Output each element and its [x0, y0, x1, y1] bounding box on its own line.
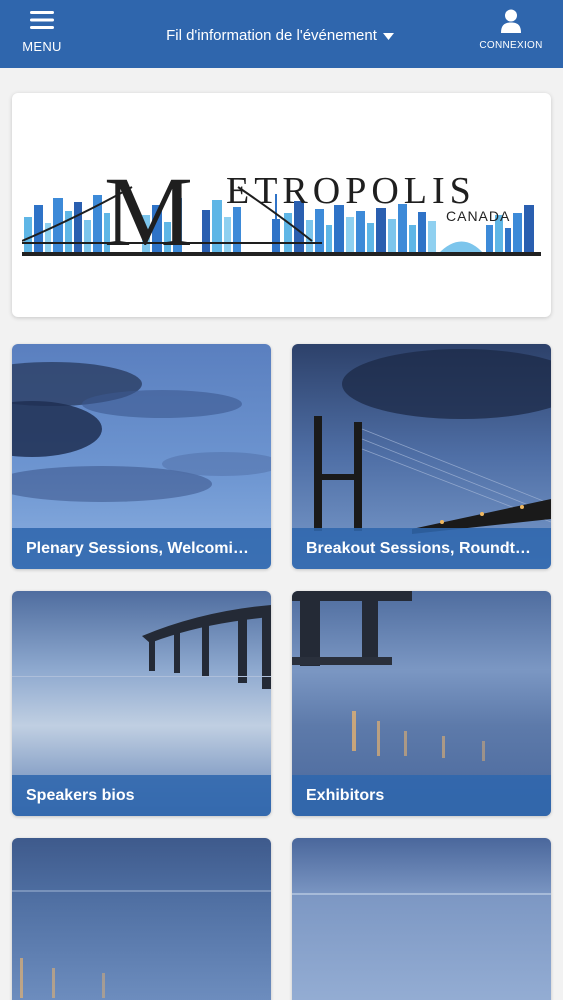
tile-6[interactable] — [292, 838, 551, 1000]
logo-subtitle: CANADA — [446, 208, 510, 224]
tile-plenary-sessions[interactable]: Plenary Sessions, Welcoming Remarks — [12, 344, 271, 569]
event-feed-dropdown[interactable]: Fil d'information de l'événement — [150, 27, 410, 44]
logo-initial: M — [104, 165, 193, 257]
top-bar: MENU Fil d'information de l'événement CO… — [0, 0, 563, 68]
tile-5[interactable] — [12, 838, 271, 1000]
login-button[interactable]: CONNEXION — [471, 9, 551, 59]
tile-label: Breakout Sessions, Roundtables — [292, 528, 551, 569]
event-banner: M ETROPOLIS CANADA — [12, 93, 551, 317]
tile-breakout-sessions[interactable]: Breakout Sessions, Roundtables — [292, 344, 551, 569]
hamburger-icon — [30, 11, 54, 29]
user-icon — [501, 9, 521, 33]
metropolis-logo: M ETROPOLIS CANADA — [22, 165, 541, 257]
menu-button[interactable]: MENU — [14, 10, 70, 60]
tile-exhibitors[interactable]: Exhibitors — [292, 591, 551, 816]
caret-down-icon — [382, 32, 394, 40]
tile-label: Plenary Sessions, Welcoming Remarks — [12, 528, 271, 569]
tile-speakers-bios[interactable]: Speakers bios — [12, 591, 271, 816]
calm-water-image — [292, 838, 551, 1000]
menu-label: MENU — [22, 39, 62, 54]
tile-label: Speakers bios — [12, 775, 271, 816]
logo-text: ETROPOLIS — [226, 170, 476, 212]
tile-label: Exhibitors — [292, 775, 551, 816]
event-feed-title: Fil d'information de l'événement — [166, 27, 377, 44]
lake-image — [12, 838, 271, 1000]
login-label: CONNEXION — [479, 40, 543, 51]
